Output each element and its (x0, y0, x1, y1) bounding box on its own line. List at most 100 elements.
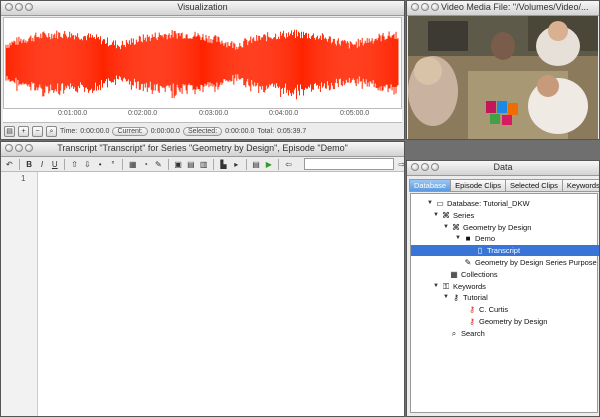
tree-item[interactable]: ⌕ Search (411, 328, 485, 339)
visualization-window: Visualization 0:01:00.0 0:02:00.0 0:03:0… (0, 0, 405, 140)
database-tree[interactable]: ▼ ▭ Database: Tutorial_DKW ▼ ⌘ Series ▼ ⌘ Geomet… (410, 193, 599, 413)
divider (213, 158, 215, 170)
video-frame[interactable] (408, 16, 598, 139)
tree-item[interactable]: ▯ Transcript (411, 245, 599, 257)
zoom-out-icon[interactable]: − (32, 125, 43, 137)
total-label: Total: (257, 127, 275, 135)
episode-icon: ■ (465, 234, 471, 244)
split-view-icon[interactable]: ▤ (251, 159, 262, 170)
minimize-icon[interactable] (421, 3, 429, 11)
divider (64, 158, 66, 170)
transcript-titlebar[interactable]: Transcript "Transcript" for Series "Geom… (1, 142, 404, 157)
time-value: 0:00:00.0 (80, 127, 110, 135)
save-icon[interactable]: ▥ (198, 159, 209, 170)
data-titlebar[interactable]: Data (407, 161, 599, 176)
tree-item-label: Search (461, 328, 485, 338)
tree-item-label: Collections (461, 269, 498, 279)
window-title: Data (493, 162, 513, 172)
tree-item-label: Geometry by Design (463, 222, 532, 232)
selected-button[interactable]: Selected: (182, 126, 223, 136)
divider (18, 158, 20, 170)
tree-item[interactable]: ▼ ⚷ Tutorial (411, 292, 488, 303)
undo-icon[interactable]: ↶ (4, 159, 15, 170)
search-back-icon[interactable]: ⇦ (283, 159, 294, 170)
tree-item-label: Database: Tutorial_DKW (447, 199, 530, 208)
tree-item[interactable]: ▼ ⌘ Geometry by Design (411, 222, 531, 233)
visualization-toolbar: ▤ + − ⌕ Time: 0:00:00.0 Current: 0:00:00… (1, 123, 404, 139)
disclosure-open-icon[interactable]: ▼ (455, 233, 461, 244)
read-only-icon[interactable]: ▣ (173, 159, 184, 170)
close-icon[interactable] (411, 3, 419, 11)
tab-keywords[interactable]: Keywords (561, 179, 599, 192)
tree-item-label: Geometry by Design (479, 317, 548, 326)
play-icon[interactable]: ▸ (231, 159, 242, 170)
disclosure-open-icon[interactable]: ▼ (433, 210, 439, 221)
search-forward-icon[interactable]: ⇨ (396, 159, 404, 170)
tree-item[interactable]: ▦ Collections (411, 269, 498, 280)
disclosure-open-icon[interactable]: ▼ (443, 222, 449, 233)
show-timecodes-icon[interactable]: ▦ (127, 159, 138, 170)
tree-item-label: Transcript (487, 246, 521, 256)
time-tick: 0:04:00.0 (269, 110, 299, 117)
rising-intonation-icon[interactable]: ⇧ (69, 159, 80, 170)
series-icon: ⌘ (442, 210, 450, 220)
divider (167, 158, 169, 170)
tree-item[interactable]: ▼ ■ Demo (411, 233, 495, 244)
database-icon: ▭ (436, 199, 444, 208)
video-window: Video Media File: "/Volumes/Video/... (406, 0, 600, 140)
filter-icon[interactable]: ▤ (4, 125, 15, 137)
tree-item-label: Geometry by Design Series Purpose (475, 258, 597, 267)
waveform[interactable] (3, 17, 402, 109)
time-tick: 0:05:00.0 (340, 110, 370, 117)
divider (245, 158, 247, 170)
search-icon: ⌕ (451, 328, 457, 338)
transcript-editor[interactable] (38, 172, 404, 416)
tree-item[interactable]: ▼ ⚿ Keywords (411, 281, 486, 292)
window-title: Video Media File: "/Volumes/Video/... (441, 2, 589, 12)
keywords-icon: ⚿ (442, 281, 450, 291)
current-button[interactable]: Current: (112, 126, 148, 136)
time-label: Time: (60, 127, 78, 135)
formatting-icon[interactable]: ✎ (153, 159, 164, 170)
keyword-group-icon: ⚷ (453, 293, 459, 303)
total-value: 0:05:39.7 (277, 127, 307, 135)
tab-selected-clips[interactable]: Selected Clips (504, 179, 563, 192)
falling-intonation-icon[interactable]: ⇩ (82, 159, 93, 170)
current-value: 0:00:00.0 (150, 127, 180, 135)
video-titlebar[interactable]: Video Media File: "/Volumes/Video/... (407, 1, 599, 16)
window-title: Visualization (177, 2, 228, 12)
degree-icon[interactable]: ° (108, 159, 119, 170)
play-loop-icon[interactable]: ▶ (263, 159, 274, 170)
zoom-in-icon[interactable]: + (18, 125, 29, 137)
tree-item[interactable]: ▼ ▭ Database: Tutorial_DKW (411, 198, 530, 209)
transcript-window: Transcript "Transcript" for Series "Geom… (0, 141, 405, 417)
zoom-reset-icon[interactable]: ⌕ (46, 125, 57, 137)
bullet-icon[interactable]: • (95, 159, 106, 170)
line-number-gutter: 1 (1, 172, 38, 416)
zoom-icon[interactable] (431, 3, 439, 11)
disclosure-open-icon[interactable]: ▼ (443, 292, 449, 303)
underline-icon[interactable]: U (49, 159, 60, 170)
tab-database[interactable]: Database (409, 179, 452, 192)
tree-item-label: Series (453, 210, 475, 220)
visualization-titlebar[interactable]: Visualization (1, 1, 404, 16)
tree-item[interactable]: ⚷ C. Curtis (411, 304, 508, 315)
tree-item[interactable]: ✎ Geometry by Design Series Purpose (411, 257, 597, 268)
disclosure-open-icon[interactable]: ▼ (433, 281, 439, 292)
tree-item[interactable]: ⚷ Geometry by Design (411, 316, 547, 327)
bold-icon[interactable]: B (24, 159, 35, 170)
disclosure-open-icon[interactable]: ▼ (427, 198, 433, 209)
time-tick: 0:01:00.0 (58, 110, 88, 117)
series-icon: ⌘ (452, 222, 460, 232)
keyword-icon[interactable]: ▙ (218, 159, 229, 170)
note-icon: ✎ (464, 258, 472, 267)
window-title: Transcript "Transcript" for Series "Geom… (57, 143, 348, 153)
tree-item-label: Tutorial (463, 293, 488, 303)
tree-item[interactable]: ▼ ⌘ Series (411, 210, 474, 221)
time-ruler[interactable]: 0:01:00.0 0:02:00.0 0:03:00.0 0:04:00.0 … (3, 109, 402, 123)
timecode-icon[interactable]: ◔ (140, 159, 151, 170)
tab-episode-clips[interactable]: Episode Clips (450, 179, 506, 192)
font-icon[interactable]: ▤ (186, 159, 197, 170)
italic-icon[interactable]: I (37, 159, 48, 170)
search-input[interactable] (304, 158, 395, 170)
